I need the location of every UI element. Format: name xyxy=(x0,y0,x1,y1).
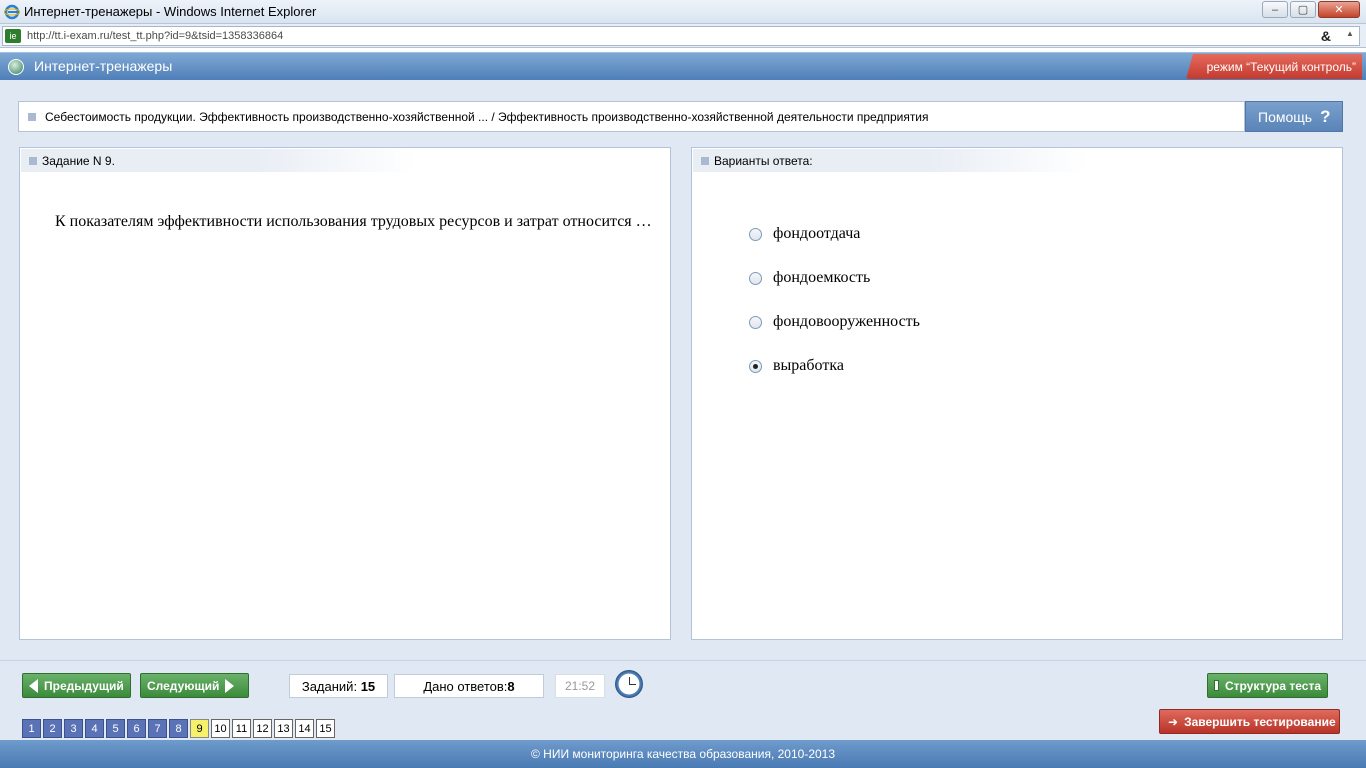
runner-exit-icon: ➜ xyxy=(1168,714,1179,729)
url-text: http://tt.i-exam.ru/test_tt.php?id=9&tsi… xyxy=(27,30,284,42)
help-button[interactable]: Помощь ? xyxy=(1245,101,1343,132)
bottom-toolbar: Предыдущий Следующий Заданий: 15 Дано от… xyxy=(0,660,1366,740)
answer-option[interactable]: выработка xyxy=(749,344,920,388)
breadcrumb-text: Себестоимость продукции. Эффективность п… xyxy=(45,110,929,124)
minimize-button[interactable]: ‒ xyxy=(1262,1,1288,18)
answer-option-label: фондоотдача xyxy=(773,225,861,242)
question-page-6[interactable]: 6 xyxy=(127,719,146,738)
radio-button[interactable] xyxy=(749,227,762,241)
question-pager: 1 2 3 4 5 6 7 8 9 10 11 12 13 14 15 xyxy=(22,719,335,738)
bullet-icon xyxy=(701,157,709,165)
question-page-10[interactable]: 10 xyxy=(211,719,230,738)
answered-label: Дано ответов: xyxy=(423,678,508,694)
test-structure-label: Структура теста xyxy=(1224,678,1321,693)
answered-counter: Дано ответов: 8 xyxy=(394,674,544,698)
question-page-13[interactable]: 13 xyxy=(274,719,293,738)
question-page-1[interactable]: 1 xyxy=(22,719,41,738)
tasks-label: Заданий: xyxy=(301,678,358,694)
question-page-15[interactable]: 15 xyxy=(316,719,335,738)
language-bar-icon[interactable]: & xyxy=(1321,28,1331,44)
window-title: Интернет-тренажеры - Windows Internet Ex… xyxy=(24,4,317,19)
footer: © НИИ мониторинга качества образования, … xyxy=(0,740,1366,768)
document-icon xyxy=(1214,680,1219,691)
question-page-12[interactable]: 12 xyxy=(253,719,272,738)
answer-option-label: выработка xyxy=(773,357,844,374)
arrow-right-icon xyxy=(225,678,235,693)
help-label: Помощь xyxy=(1258,108,1313,125)
question-text: К показателям эффективности использовани… xyxy=(55,213,652,230)
arrow-left-icon xyxy=(29,678,38,693)
radio-button[interactable] xyxy=(749,315,762,329)
next-button[interactable]: Следующий xyxy=(140,673,249,698)
answer-options: фондоотдача фондоемкость фондовооруженно… xyxy=(749,212,920,388)
main-content: Себестоимость продукции. Эффективность п… xyxy=(0,80,1366,660)
finish-test-label: Завершить тестирование xyxy=(1184,714,1336,729)
question-page-3[interactable]: 3 xyxy=(64,719,83,738)
app-title: Интернет-тренажеры xyxy=(34,58,173,74)
question-page-2[interactable]: 2 xyxy=(43,719,62,738)
url-field[interactable]: ie http://tt.i-exam.ru/test_tt.php?id=9&… xyxy=(2,26,1360,46)
question-page-4[interactable]: 4 xyxy=(85,719,104,738)
timer-display: 21:52 xyxy=(555,674,605,698)
question-mark-icon: ? xyxy=(1320,106,1331,126)
radio-button-selected[interactable] xyxy=(749,359,762,373)
previous-label: Предыдущий xyxy=(44,678,124,693)
app-header: Интернет-тренажеры режим “Текущий контро… xyxy=(0,52,1366,80)
maximize-button[interactable]: ▢ xyxy=(1290,1,1316,18)
answer-option-label: фондовооруженность xyxy=(773,313,920,330)
answers-heading: Варианты ответа: xyxy=(714,154,813,168)
answers-panel-header: Варианты ответа: xyxy=(693,149,1088,172)
bullet-icon xyxy=(28,113,36,121)
site-favicon-icon: ie xyxy=(5,29,21,43)
internet-explorer-icon xyxy=(4,4,20,20)
question-page-14[interactable]: 14 xyxy=(295,719,314,738)
radio-button[interactable] xyxy=(749,271,762,285)
question-page-9[interactable]: 9 xyxy=(190,719,209,738)
next-label: Следующий xyxy=(147,678,220,693)
window-titlebar: Интернет-тренажеры - Windows Internet Ex… xyxy=(0,0,1366,24)
answer-option[interactable]: фондовооруженность xyxy=(749,300,920,344)
task-panel: Задание N 9. К показателям эффективности… xyxy=(19,147,671,640)
bullet-icon xyxy=(29,157,37,165)
mode-badge: режим “Текущий контроль” xyxy=(1186,54,1362,79)
close-window-button[interactable]: ✕ xyxy=(1318,1,1360,18)
answer-option[interactable]: фондоотдача xyxy=(749,212,920,256)
answer-option[interactable]: фондоемкость xyxy=(749,256,920,300)
question-page-5[interactable]: 5 xyxy=(106,719,125,738)
clock-icon[interactable] xyxy=(615,670,643,698)
tasks-count: 15 xyxy=(360,678,376,694)
previous-button[interactable]: Предыдущий xyxy=(22,673,131,698)
answered-count: 8 xyxy=(507,678,515,694)
finish-test-button[interactable]: ➜ Завершить тестирование xyxy=(1159,709,1340,734)
task-panel-header: Задание N 9. xyxy=(21,149,416,172)
breadcrumb: Себестоимость продукции. Эффективность п… xyxy=(18,101,1245,132)
globe-logo-icon xyxy=(8,59,24,75)
test-structure-button[interactable]: Структура теста xyxy=(1207,673,1328,698)
answers-panel: Варианты ответа: фондоотдача фондоемкост… xyxy=(691,147,1343,640)
question-page-7[interactable]: 7 xyxy=(148,719,167,738)
answer-option-label: фондоемкость xyxy=(773,269,871,286)
question-page-11[interactable]: 11 xyxy=(232,719,251,738)
task-heading: Задание N 9. xyxy=(42,154,115,168)
question-page-8[interactable]: 8 xyxy=(169,719,188,738)
scroll-up-icon[interactable]: ▲ xyxy=(1343,29,1357,43)
address-bar: ie http://tt.i-exam.ru/test_tt.php?id=9&… xyxy=(0,24,1366,48)
tasks-counter: Заданий: 15 xyxy=(289,674,388,698)
